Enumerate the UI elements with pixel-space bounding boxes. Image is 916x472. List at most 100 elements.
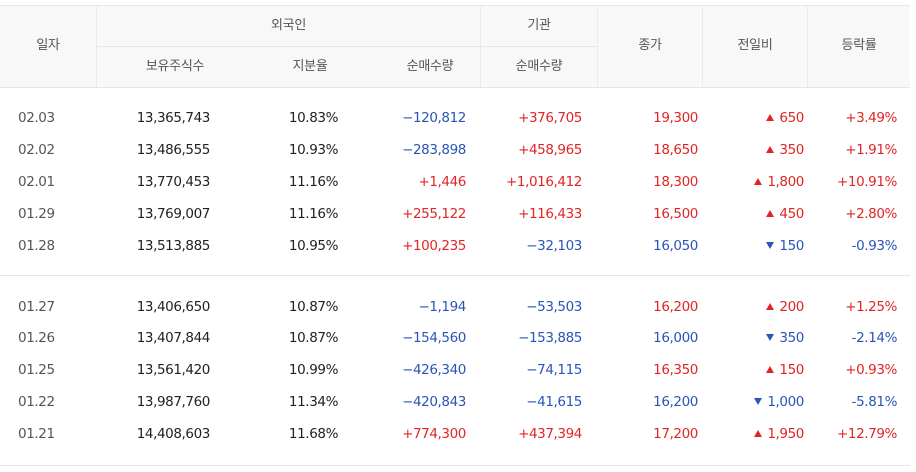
row-ratio: 11.16% xyxy=(288,174,338,190)
row-holdings: 14,408,603 xyxy=(136,426,211,442)
row-date: 01.21 xyxy=(18,426,55,442)
row-rate: -5.81% xyxy=(851,394,898,410)
row-date: 01.28 xyxy=(18,238,55,254)
triangle-down-icon xyxy=(766,334,775,341)
row-foreign-net: −120,812 xyxy=(402,110,466,126)
row-holdings: 13,365,743 xyxy=(136,110,211,126)
row-change-value: 150 xyxy=(779,238,804,254)
row-ratio: 10.93% xyxy=(288,142,338,158)
header-bottom-border xyxy=(0,87,910,88)
row-date: 01.29 xyxy=(18,206,55,222)
header-change: 전일비 xyxy=(737,38,773,53)
row-close: 16,050 xyxy=(653,238,698,254)
row-foreign-net: +1,446 xyxy=(418,174,466,190)
row-close: 16,000 xyxy=(653,330,698,346)
table-row: 01.26 13,407,844 10.87% −154,560 −153,885 16,… xyxy=(0,322,910,354)
row-change-value: 200 xyxy=(779,299,804,315)
row-change: 350 xyxy=(766,134,804,166)
row-institution-net: −153,885 xyxy=(518,330,582,346)
row-change: 1,800 xyxy=(754,166,804,198)
row-ratio: 10.95% xyxy=(288,238,338,254)
table-row: 02.03 13,365,743 10.83% −120,812 +376,705 19,… xyxy=(0,102,910,134)
row-change: 350 xyxy=(766,322,804,354)
row-change: 150 xyxy=(766,354,804,386)
row-foreign-net: +100,235 xyxy=(402,238,466,254)
row-rate: -0.93% xyxy=(851,238,898,254)
row-holdings: 13,486,555 xyxy=(136,142,211,158)
row-rate: +3.49% xyxy=(845,110,897,126)
header-ratio: 지분율 xyxy=(292,59,328,74)
row-date: 01.22 xyxy=(18,394,55,410)
row-institution-net: +116,433 xyxy=(518,206,582,222)
row-ratio: 11.34% xyxy=(288,394,338,410)
table-row: 01.22 13,987,760 11.34% −420,843 −41,615 16,2… xyxy=(0,386,910,418)
row-holdings: 13,987,760 xyxy=(136,394,211,410)
row-ratio: 11.16% xyxy=(288,206,338,222)
row-foreign-net: −283,898 xyxy=(402,142,466,158)
table-top-border xyxy=(0,5,910,6)
row-foreign-net: +255,122 xyxy=(402,206,466,222)
row-close: 18,300 xyxy=(653,174,698,190)
row-change-value: 350 xyxy=(779,142,804,158)
row-close: 18,650 xyxy=(653,142,698,158)
row-close: 16,500 xyxy=(653,206,698,222)
row-rate: +1.25% xyxy=(845,299,897,315)
table-row: 02.01 13,770,453 11.16% +1,446 +1,016,412 18,… xyxy=(0,166,910,198)
header-foreign-net: 순매수량 xyxy=(406,59,454,74)
row-ratio: 10.83% xyxy=(288,110,338,126)
table-row: 02.02 13,486,555 10.93% −283,898 +458,965 18,… xyxy=(0,134,910,166)
header-foreign: 외국인 xyxy=(271,18,306,33)
row-holdings: 13,513,885 xyxy=(136,238,211,254)
row-foreign-net: −426,340 xyxy=(402,362,466,378)
row-date: 02.01 xyxy=(18,174,55,190)
row-institution-net: +1,016,412 xyxy=(505,174,582,190)
row-close: 16,350 xyxy=(653,362,698,378)
triangle-down-icon xyxy=(766,242,775,249)
row-ratio: 10.87% xyxy=(288,330,338,346)
header-institution: 기관 xyxy=(527,18,551,33)
triangle-up-icon xyxy=(766,303,775,310)
row-institution-net: −53,503 xyxy=(526,299,582,315)
row-close: 17,200 xyxy=(653,426,698,442)
row-change-value: 650 xyxy=(779,110,804,126)
row-close: 16,200 xyxy=(653,299,698,315)
table-row: 01.25 13,561,420 10.99% −426,340 −74,115 16,3… xyxy=(0,354,910,386)
row-holdings: 13,407,844 xyxy=(136,330,211,346)
row-foreign-net: −154,560 xyxy=(402,330,466,346)
row-foreign-net: −1,194 xyxy=(418,299,466,315)
row-close: 19,300 xyxy=(653,110,698,126)
header-institution-net: 순매수량 xyxy=(515,59,563,74)
table-row: 01.28 13,513,885 10.95% +100,235 −32,103 16,0… xyxy=(0,230,910,262)
row-date: 01.27 xyxy=(18,299,55,315)
table-row: 01.27 13,406,650 10.87% −1,194 −53,503 16,200… xyxy=(0,291,910,323)
table-row: 01.21 14,408,603 11.68% +774,300 +437,394 17,… xyxy=(0,418,910,450)
triangle-up-icon xyxy=(754,178,763,185)
group-separator xyxy=(0,275,910,276)
row-foreign-net: −420,843 xyxy=(402,394,466,410)
triangle-up-icon xyxy=(766,210,775,217)
row-change: 1,950 xyxy=(754,418,804,450)
row-holdings: 13,561,420 xyxy=(136,362,211,378)
row-change-value: 150 xyxy=(779,362,804,378)
row-ratio: 11.68% xyxy=(288,426,338,442)
row-date: 02.02 xyxy=(18,142,55,158)
row-institution-net: +376,705 xyxy=(518,110,582,126)
row-change: 1,000 xyxy=(754,386,804,418)
row-institution-net: −41,615 xyxy=(526,394,582,410)
row-institution-net: −74,115 xyxy=(526,362,582,378)
table-row: 01.29 13,769,007 11.16% +255,122 +116,433 16,… xyxy=(0,198,910,230)
row-holdings: 13,770,453 xyxy=(136,174,211,190)
row-ratio: 10.87% xyxy=(288,299,338,315)
row-change-value: 450 xyxy=(779,206,804,222)
row-rate: +1.91% xyxy=(845,142,897,158)
triangle-down-icon xyxy=(754,398,763,405)
row-rate: +2.80% xyxy=(845,206,897,222)
row-rate: +12.79% xyxy=(837,426,897,442)
row-change-value: 350 xyxy=(779,330,804,346)
triangle-up-icon xyxy=(766,366,775,373)
row-institution-net: +458,965 xyxy=(518,142,582,158)
row-date: 01.25 xyxy=(18,362,55,378)
header-holdings: 보유주식수 xyxy=(145,59,205,74)
header-date: 일자 xyxy=(36,38,60,53)
header-rate: 등락률 xyxy=(841,38,877,53)
